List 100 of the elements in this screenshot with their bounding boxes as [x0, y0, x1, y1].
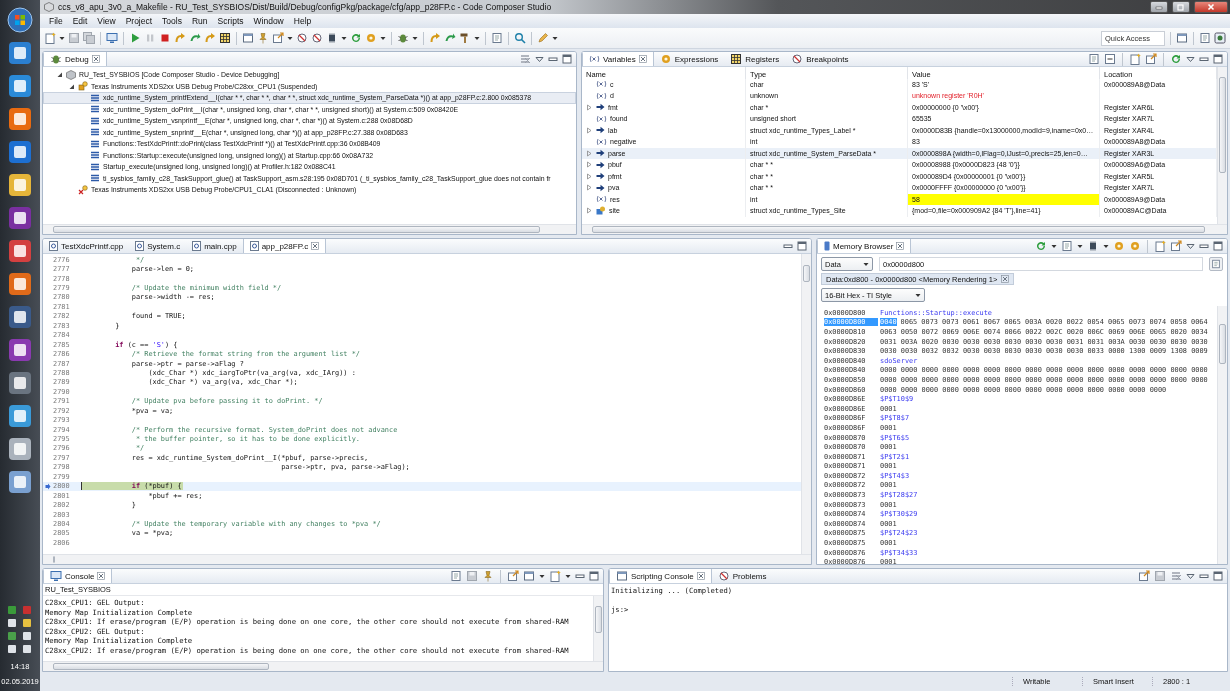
- collapsed-arrow-icon[interactable]: [586, 184, 593, 192]
- curved-arrow-icon[interactable]: [189, 32, 201, 44]
- vertical-scrollbar[interactable]: [801, 254, 811, 554]
- refresh-icon[interactable]: [1035, 240, 1047, 252]
- maximize-icon[interactable]: [1213, 571, 1223, 581]
- pin-icon[interactable]: [257, 32, 269, 44]
- collapsed-arrow-icon[interactable]: [586, 161, 593, 169]
- menu-item[interactable]: Scripts: [212, 16, 249, 26]
- close-icon[interactable]: [696, 572, 705, 580]
- maximize-icon[interactable]: [1213, 241, 1223, 251]
- horizontal-scrollbar[interactable]: [43, 224, 576, 234]
- expanded-arrow-icon[interactable]: [68, 82, 75, 90]
- new-file-icon[interactable]: [44, 32, 56, 44]
- breakpoint-icon[interactable]: [791, 53, 804, 65]
- collapsed-arrow-icon[interactable]: [586, 126, 593, 134]
- bug-icon[interactable]: [397, 32, 409, 44]
- menu-item[interactable]: Project: [120, 16, 158, 26]
- close-icon[interactable]: [311, 242, 320, 250]
- export-icon[interactable]: [1170, 240, 1182, 252]
- close-icon[interactable]: [896, 242, 905, 250]
- collapsed-arrow-icon[interactable]: [586, 103, 593, 111]
- grid-icon[interactable]: [219, 32, 231, 44]
- monitor-icon[interactable]: [106, 32, 118, 44]
- maximize-icon[interactable]: [589, 571, 599, 581]
- close-icon[interactable]: [1001, 275, 1010, 283]
- clear-icon[interactable]: [450, 570, 462, 582]
- window-icon[interactable]: [1176, 32, 1188, 44]
- menu-item[interactable]: File: [44, 16, 68, 26]
- expanded-arrow-icon[interactable]: [56, 71, 63, 79]
- clear-icon[interactable]: [1061, 240, 1073, 252]
- perspective-icon[interactable]: [1214, 32, 1226, 44]
- bug-icon[interactable]: [50, 53, 62, 65]
- clear-icon[interactable]: [1199, 32, 1211, 44]
- collapsed-arrow-icon[interactable]: [586, 172, 593, 180]
- menu-item[interactable]: Window: [248, 16, 289, 26]
- grid-icon[interactable]: [730, 53, 743, 65]
- close-icon[interactable]: [91, 55, 100, 63]
- editor-tab[interactable]: TestXdcPrintf.cpp: [43, 239, 130, 253]
- horizontal-scrollbar[interactable]: [43, 661, 603, 671]
- window-icon[interactable]: [242, 32, 254, 44]
- new-file-icon[interactable]: [549, 570, 561, 582]
- close-icon[interactable]: [97, 572, 106, 580]
- tray-icon[interactable]: [21, 618, 32, 628]
- minimize-button[interactable]: [1150, 1, 1168, 13]
- menu-item[interactable]: Help: [288, 16, 317, 26]
- collapse-icon[interactable]: [1104, 53, 1116, 65]
- vertical-scrollbar[interactable]: [1217, 67, 1227, 224]
- view-menu-icon[interactable]: [1186, 241, 1195, 251]
- close-icon[interactable]: [638, 55, 647, 63]
- export-icon[interactable]: [272, 32, 284, 44]
- view-tab[interactable]: Variables: [582, 52, 654, 66]
- collapsed-arrow-icon[interactable]: [586, 207, 593, 215]
- maximize-icon[interactable]: [562, 54, 572, 64]
- editor-tab[interactable]: app_p28FP.c: [242, 239, 327, 253]
- maximize-button[interactable]: [1172, 1, 1190, 13]
- refresh-icon[interactable]: [1170, 53, 1182, 65]
- close-button[interactable]: [1194, 1, 1228, 13]
- menu-item[interactable]: View: [92, 16, 121, 26]
- play-icon[interactable]: [129, 32, 141, 44]
- pin-icon[interactable]: [482, 570, 494, 582]
- view-menu-icon[interactable]: [535, 54, 544, 64]
- maximize-icon[interactable]: [1213, 54, 1223, 64]
- breakpoint-icon[interactable]: [311, 32, 323, 44]
- view-tab[interactable]: Registers: [724, 52, 786, 66]
- view-menu-icon[interactable]: [1186, 571, 1195, 581]
- horizontal-scrollbar[interactable]: [582, 224, 1227, 234]
- menu-item[interactable]: Tools: [157, 16, 187, 26]
- go-button[interactable]: [1209, 257, 1223, 271]
- new-file-icon[interactable]: [1129, 53, 1141, 65]
- view-tab[interactable]: Breakpoints: [785, 52, 855, 66]
- chip-icon[interactable]: [1087, 240, 1099, 252]
- editor-tab[interactable]: System.c: [129, 239, 187, 253]
- menu-item[interactable]: Edit: [67, 16, 93, 26]
- tray-icon[interactable]: [6, 644, 17, 654]
- breakpoint-icon[interactable]: [296, 32, 308, 44]
- clear-icon[interactable]: [491, 32, 503, 44]
- export-icon[interactable]: [1138, 570, 1150, 582]
- view-tab[interactable]: Problems: [711, 569, 773, 583]
- tray-icon[interactable]: [21, 631, 32, 641]
- tray-icon[interactable]: [21, 644, 32, 654]
- window-icon[interactable]: [616, 570, 628, 582]
- maximize-icon[interactable]: [797, 241, 807, 251]
- breakpoint-icon[interactable]: [717, 570, 730, 582]
- editor-tab[interactable]: main.cpp: [186, 239, 243, 253]
- debug-tab[interactable]: Debug: [43, 52, 107, 66]
- search-icon[interactable]: [514, 32, 526, 44]
- console-tab[interactable]: Console: [43, 569, 113, 583]
- chip-icon[interactable]: [326, 32, 338, 44]
- view-menu-icon[interactable]: [1186, 54, 1195, 64]
- stop-icon[interactable]: [159, 32, 171, 44]
- horizontal-scrollbar[interactable]: [43, 554, 811, 564]
- monitor-icon[interactable]: [50, 570, 62, 582]
- window-icon[interactable]: [523, 570, 535, 582]
- hammer-icon[interactable]: [459, 32, 471, 44]
- tray-icon[interactable]: [6, 618, 17, 628]
- memory-browser-tab[interactable]: Memory Browser: [817, 239, 912, 253]
- view-tab[interactable]: Scripting Console: [609, 569, 712, 583]
- start-button[interactable]: [5, 6, 35, 34]
- export-icon[interactable]: [507, 570, 519, 582]
- vertical-scrollbar[interactable]: [593, 596, 603, 661]
